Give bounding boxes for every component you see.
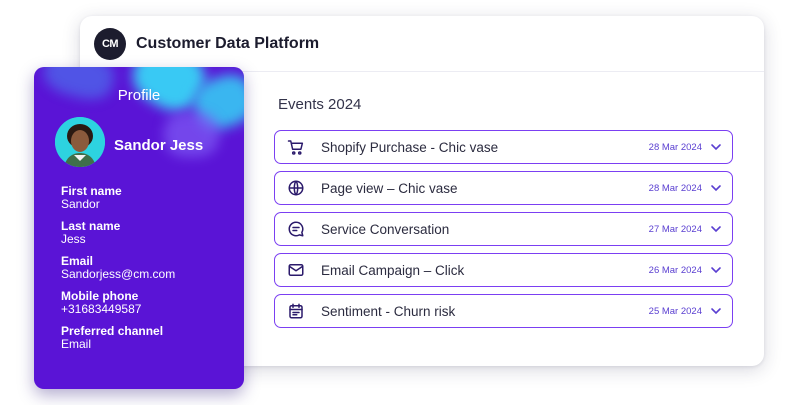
event-date: 26 Mar 2024	[648, 264, 702, 276]
shopping-cart-icon	[287, 138, 305, 156]
event-date: 27 Mar 2024	[648, 223, 702, 235]
event-label: Page view – Chic vase	[321, 180, 458, 196]
event-row-sentiment[interactable]: Sentiment - Churn risk 25 Mar 2024	[274, 294, 733, 328]
event-row-email-campaign[interactable]: Email Campaign – Click 26 Mar 2024	[274, 253, 733, 287]
field-value: Jess	[61, 232, 86, 246]
field-mobile-phone: Mobile phone +31683449587	[61, 290, 175, 316]
chevron-down-icon[interactable]	[710, 264, 722, 276]
chevron-down-icon[interactable]	[710, 182, 722, 194]
cm-logo[interactable]: CM	[94, 27, 126, 60]
field-value: Sandor	[61, 197, 100, 211]
event-label: Shopify Purchase - Chic vase	[321, 139, 499, 155]
app-title: Customer Data Platform	[136, 34, 320, 52]
profile-title: Profile	[117, 87, 161, 104]
event-date: 28 Mar 2024	[648, 182, 702, 194]
event-label: Email Campaign – Click	[321, 262, 465, 278]
profile-card: Profile Sandor Jess First name Sandor La…	[34, 67, 244, 389]
field-preferred-channel: Preferred channel Email	[61, 325, 175, 351]
field-first-name: First name Sandor	[61, 185, 175, 211]
chevron-down-icon[interactable]	[710, 223, 722, 235]
event-label: Service Conversation	[321, 221, 450, 237]
field-last-name: Last name Jess	[61, 220, 175, 246]
event-date: 28 Mar 2024	[648, 141, 702, 153]
chevron-down-icon[interactable]	[710, 141, 722, 153]
avatar	[55, 117, 105, 167]
events-section-title: Events 2024	[278, 96, 362, 113]
envelope-icon	[287, 261, 305, 279]
chevron-down-icon[interactable]	[710, 305, 722, 317]
field-value: Sandorjess@cm.com	[61, 267, 176, 281]
event-label: Sentiment - Churn risk	[321, 303, 456, 319]
chat-bubble-icon	[287, 220, 305, 238]
event-row-page-view[interactable]: Page view – Chic vase 28 Mar 2024	[274, 171, 733, 205]
app-header: CM Customer Data Platform	[80, 16, 764, 72]
field-value: Email	[61, 337, 92, 351]
event-row-service-conversation[interactable]: Service Conversation 27 Mar 2024	[274, 212, 733, 246]
profile-fields: First name Sandor Last name Jess Email S…	[61, 185, 175, 360]
event-date: 25 Mar 2024	[648, 305, 702, 317]
calendar-icon	[287, 302, 305, 320]
globe-icon	[287, 179, 305, 197]
event-row-shopify-purchase[interactable]: Shopify Purchase - Chic vase 28 Mar 2024	[274, 130, 733, 164]
events-list: Shopify Purchase - Chic vase 28 Mar 2024…	[274, 130, 733, 335]
field-email: Email Sandorjess@cm.com	[61, 255, 175, 281]
profile-name: Sandor Jess	[114, 137, 204, 154]
field-value: +31683449587	[61, 302, 142, 316]
